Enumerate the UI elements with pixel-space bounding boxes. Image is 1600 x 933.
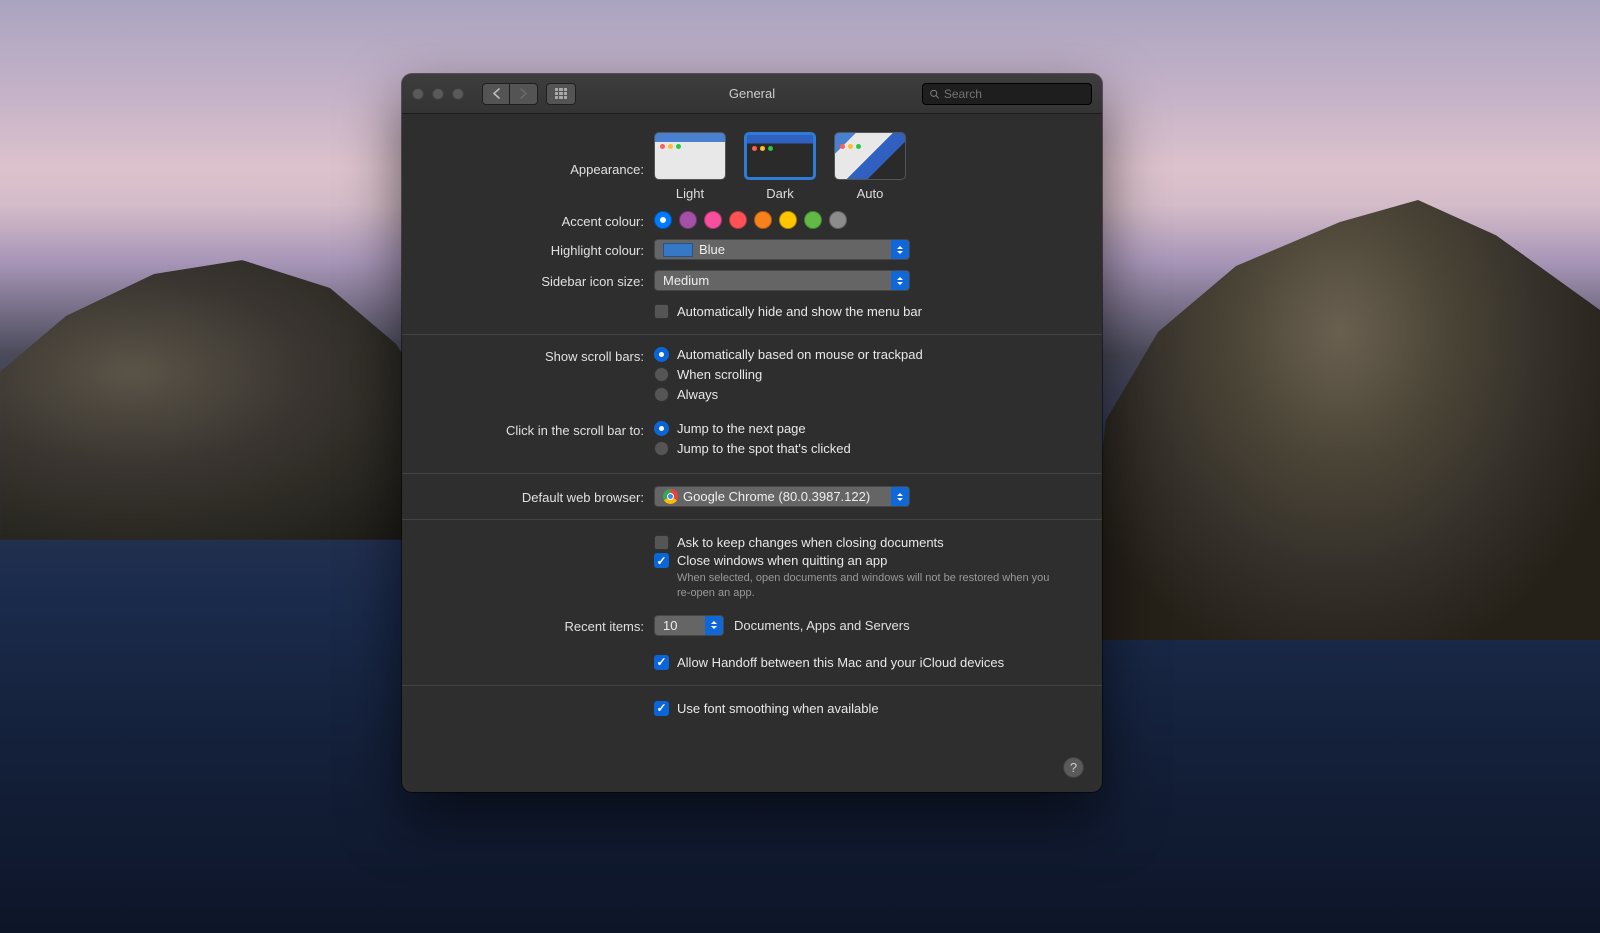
accent-blue[interactable] (654, 211, 672, 229)
recent-label: Recent items: (422, 617, 654, 634)
browser-label: Default web browser: (422, 488, 654, 505)
stepper-arrows-icon (705, 616, 723, 635)
close-windows-label: Close windows when quitting an app (677, 553, 887, 568)
appearance-light-label: Light (676, 186, 704, 201)
sidebar-label: Sidebar icon size: (422, 272, 654, 289)
chrome-icon (663, 489, 678, 504)
stepper-arrows-icon (891, 240, 909, 259)
minimize-button[interactable] (432, 88, 444, 100)
accent-orange[interactable] (754, 211, 772, 229)
handoff-label: Allow Handoff between this Mac and your … (677, 655, 1004, 670)
divider (402, 685, 1102, 686)
scrollbars-scrolling-label: When scrolling (677, 367, 762, 382)
titlebar: General (402, 74, 1102, 114)
stepper-arrows-icon (891, 487, 909, 506)
highlight-label: Highlight colour: (422, 241, 654, 258)
accent-pink[interactable] (704, 211, 722, 229)
close-windows-hint: When selected, open documents and window… (677, 571, 1057, 601)
handoff-checkbox[interactable] (654, 655, 669, 670)
appearance-auto-label: Auto (857, 186, 884, 201)
grid-icon (555, 88, 567, 100)
traffic-lights (412, 88, 464, 100)
scrollbars-label: Show scroll bars: (422, 347, 654, 364)
scrollbars-scrolling-radio[interactable] (654, 367, 669, 382)
scrollclick-label: Click in the scroll bar to: (422, 421, 654, 438)
divider (402, 519, 1102, 520)
accent-purple[interactable] (679, 211, 697, 229)
highlight-swatch-icon (663, 243, 693, 257)
recent-items-select[interactable]: 10 (654, 615, 724, 636)
accent-colors (654, 211, 1082, 229)
appearance-options: Light Dark Auto (654, 132, 1082, 201)
divider (402, 334, 1102, 335)
scrollbars-always-radio[interactable] (654, 387, 669, 402)
scrollclick-page-radio[interactable] (654, 421, 669, 436)
default-browser-value: Google Chrome (80.0.3987.122) (683, 489, 870, 504)
scrollbars-auto-radio[interactable] (654, 347, 669, 362)
nav-buttons (482, 83, 538, 105)
search-input[interactable] (944, 87, 1085, 101)
accent-green[interactable] (804, 211, 822, 229)
chevron-left-icon (492, 88, 501, 99)
close-button[interactable] (412, 88, 424, 100)
accent-graphite[interactable] (829, 211, 847, 229)
wallpaper-island-right (1080, 200, 1600, 640)
accent-yellow[interactable] (779, 211, 797, 229)
sidebar-size-select[interactable]: Medium (654, 270, 910, 291)
back-button[interactable] (482, 83, 510, 105)
font-smoothing-label: Use font smoothing when available (677, 701, 879, 716)
scrollbars-auto-label: Automatically based on mouse or trackpad (677, 347, 923, 362)
stepper-arrows-icon (891, 271, 909, 290)
appearance-light-thumb (654, 132, 726, 180)
show-all-button[interactable] (546, 83, 576, 105)
appearance-dark-label: Dark (766, 186, 793, 201)
forward-button[interactable] (510, 83, 538, 105)
recent-items-value: 10 (663, 618, 677, 633)
chevron-right-icon (519, 88, 528, 99)
appearance-auto-thumb (834, 132, 906, 180)
content: Appearance: Light Dark Auto (402, 114, 1102, 741)
zoom-button[interactable] (452, 88, 464, 100)
accent-label: Accent colour: (422, 212, 654, 229)
highlight-select[interactable]: Blue (654, 239, 910, 260)
scrollclick-spot-radio[interactable] (654, 441, 669, 456)
appearance-auto[interactable]: Auto (834, 132, 906, 201)
font-smoothing-checkbox[interactable] (654, 701, 669, 716)
scrollclick-spot-label: Jump to the spot that's clicked (677, 441, 851, 456)
scrollbars-always-label: Always (677, 387, 718, 402)
scrollclick-page-label: Jump to the next page (677, 421, 806, 436)
close-windows-checkbox[interactable] (654, 553, 669, 568)
ask-changes-label: Ask to keep changes when closing documen… (677, 535, 944, 550)
window-title: General (729, 86, 775, 101)
appearance-light[interactable]: Light (654, 132, 726, 201)
accent-red[interactable] (729, 211, 747, 229)
default-browser-select[interactable]: Google Chrome (80.0.3987.122) (654, 486, 910, 507)
sidebar-size-value: Medium (663, 273, 709, 288)
wallpaper-island-left (0, 260, 440, 540)
search-field[interactable] (922, 83, 1092, 105)
recent-items-suffix: Documents, Apps and Servers (734, 618, 910, 633)
preferences-window: General Appearance: Light Dark (402, 74, 1102, 792)
ask-changes-checkbox[interactable] (654, 535, 669, 550)
appearance-dark[interactable]: Dark (744, 132, 816, 201)
divider (402, 473, 1102, 474)
autohide-menubar-checkbox[interactable] (654, 304, 669, 319)
autohide-menubar-label: Automatically hide and show the menu bar (677, 304, 922, 319)
search-icon (929, 88, 940, 100)
help-button[interactable]: ? (1063, 757, 1084, 778)
appearance-dark-thumb (744, 132, 816, 180)
highlight-value: Blue (699, 242, 725, 257)
appearance-label: Appearance: (422, 132, 654, 177)
